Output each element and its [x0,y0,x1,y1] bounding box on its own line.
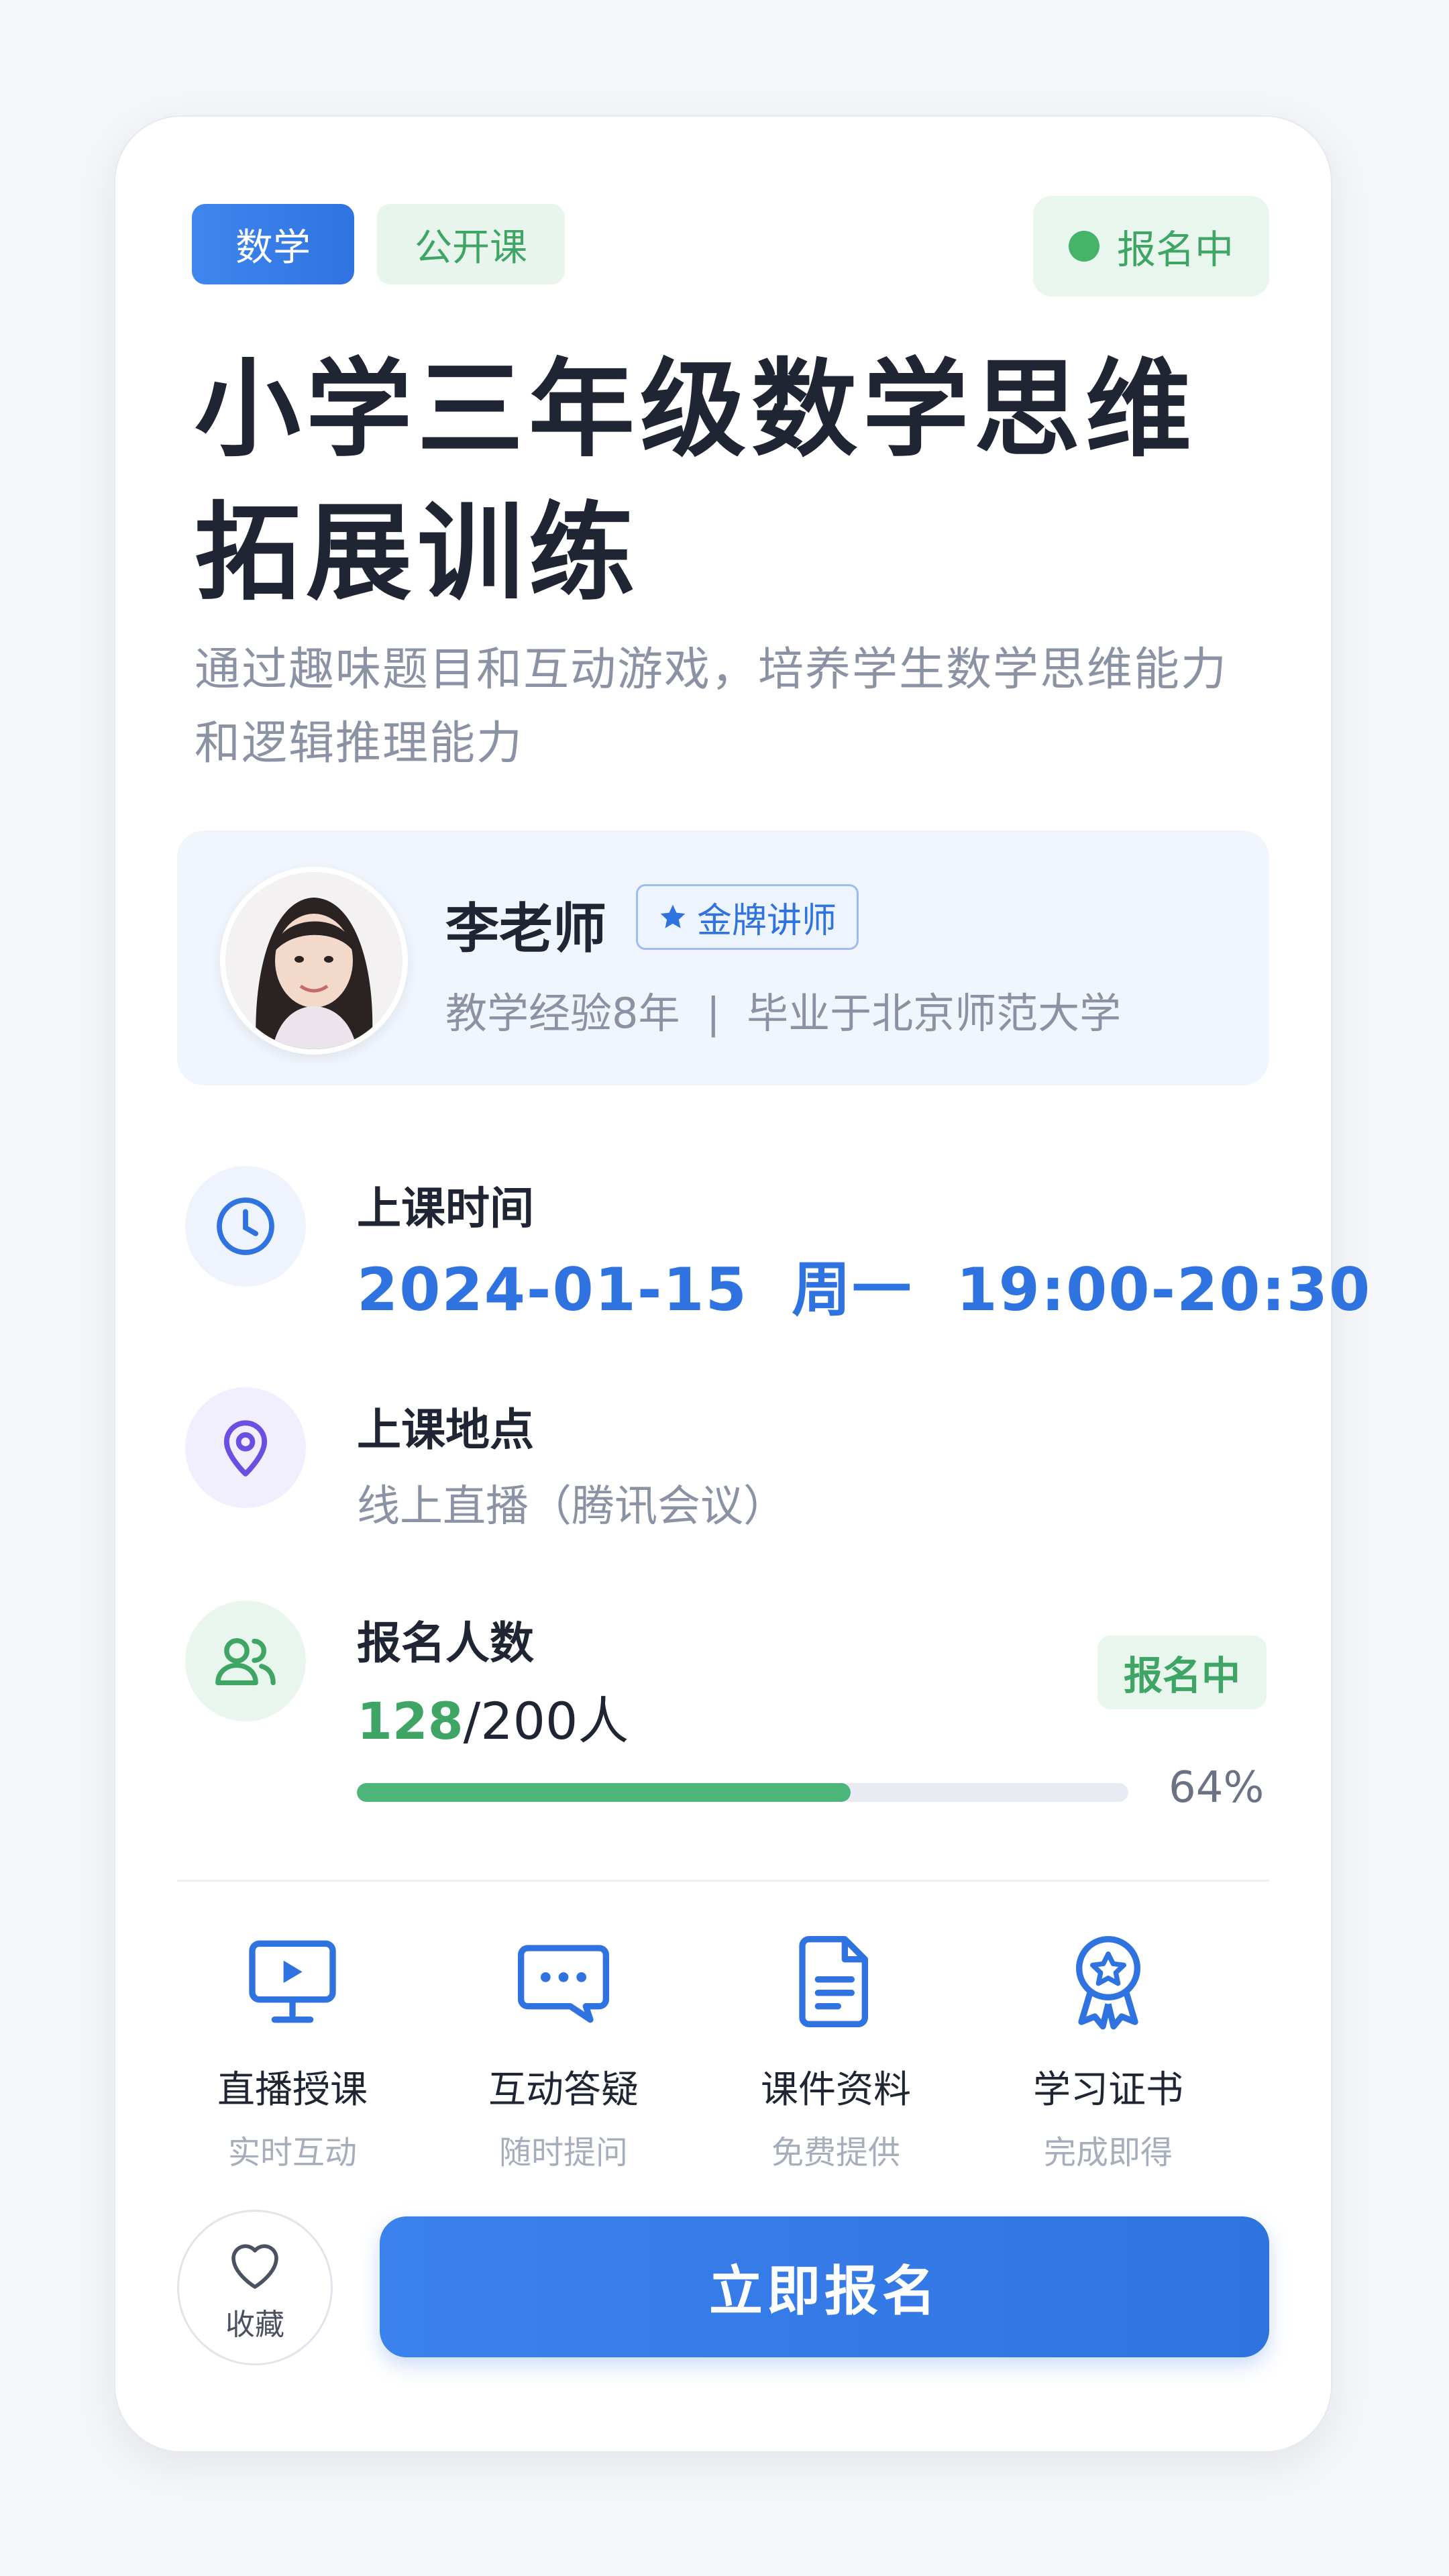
schedule-label: 上课时间 [357,1183,534,1234]
enroll-now-button[interactable]: 立即报名 [380,2216,1269,2357]
teacher-card[interactable]: 李老师 金牌讲师 教学经验8年 | 毕业于北京师范大学 [177,830,1269,1085]
feature-desc: 实时互动 [227,2134,357,2171]
enrollment-label: 报名人数 [357,1617,534,1669]
certificate-icon [1055,1928,1162,2035]
star-icon [660,904,686,928]
users-icon [185,1601,306,1721]
location-label: 上课地点 [357,1404,534,1456]
heart-icon [231,2244,278,2289]
clock-icon [185,1166,306,1287]
enrollment-progress-bar [357,1783,1128,1802]
course-title: 小学三年级数学思维拓展训练 [195,348,1197,615]
enrollment-total: /200人 [463,1691,629,1751]
teacher-avatar [220,867,408,1055]
feature-qa[interactable]: 互动答疑 随时提问 [436,1928,691,2173]
live-screen-icon [239,1928,346,2035]
chat-bubble-icon [510,1928,617,2035]
feature-desc: 完成即得 [1043,2134,1173,2171]
document-icon [782,1928,890,2035]
enrollment-progress-fill [357,1783,851,1802]
enrollment-percent: 64% [1169,1763,1265,1813]
feature-name: 课件资料 [761,2068,911,2112]
badge-label: 金牌讲师 [697,900,837,941]
feature-desc: 免费提供 [771,2134,900,2171]
favorite-label: 收藏 [225,2308,284,2342]
schedule-value: 2024-01-15 周一 19:00-20:30 [357,1255,1372,1324]
feature-live[interactable]: 直播授课 实时互动 [165,1928,420,2173]
gold-teacher-badge: 金牌讲师 [636,884,859,950]
course-type-tag: 公开课 [377,204,565,284]
feature-name: 互动答疑 [488,2068,639,2112]
location-pin-icon [185,1387,306,1508]
enrollment-status-tag: 报名中 [1097,1635,1267,1709]
divider [177,1880,1269,1882]
enrollment-status-badge: 报名中 [1033,196,1269,297]
course-card: 数学 公开课 报名中 小学三年级数学思维拓展训练 通过趣味题目和互动游戏，培养学… [114,115,1370,2453]
teacher-name: 李老师 [445,898,606,960]
enrollment-current: 128 [357,1691,464,1751]
teacher-portrait [225,872,402,1049]
status-dot-icon [1068,231,1099,262]
feature-name: 学习证书 [1033,2068,1183,2112]
favorite-button[interactable]: 收藏 [177,2210,333,2365]
location-value: 线上直播（腾讯会议） [357,1482,786,1532]
enrollment-count: 128/200人 [357,1680,629,1754]
status-label: 报名中 [1116,227,1234,272]
feature-certificate[interactable]: 学习证书 完成即得 [981,1928,1236,2173]
teacher-meta: 教学经验8年 | 毕业于北京师范大学 [445,989,1122,1038]
course-subtitle: 通过趣味题目和互动游戏，培养学生数学思维能力和逻辑推理能力 [195,643,1228,770]
feature-name: 直播授课 [217,2068,368,2112]
feature-materials[interactable]: 课件资料 免费提供 [708,1928,963,2173]
feature-desc: 随时提问 [498,2134,628,2171]
subject-tag: 数学 [192,204,354,284]
